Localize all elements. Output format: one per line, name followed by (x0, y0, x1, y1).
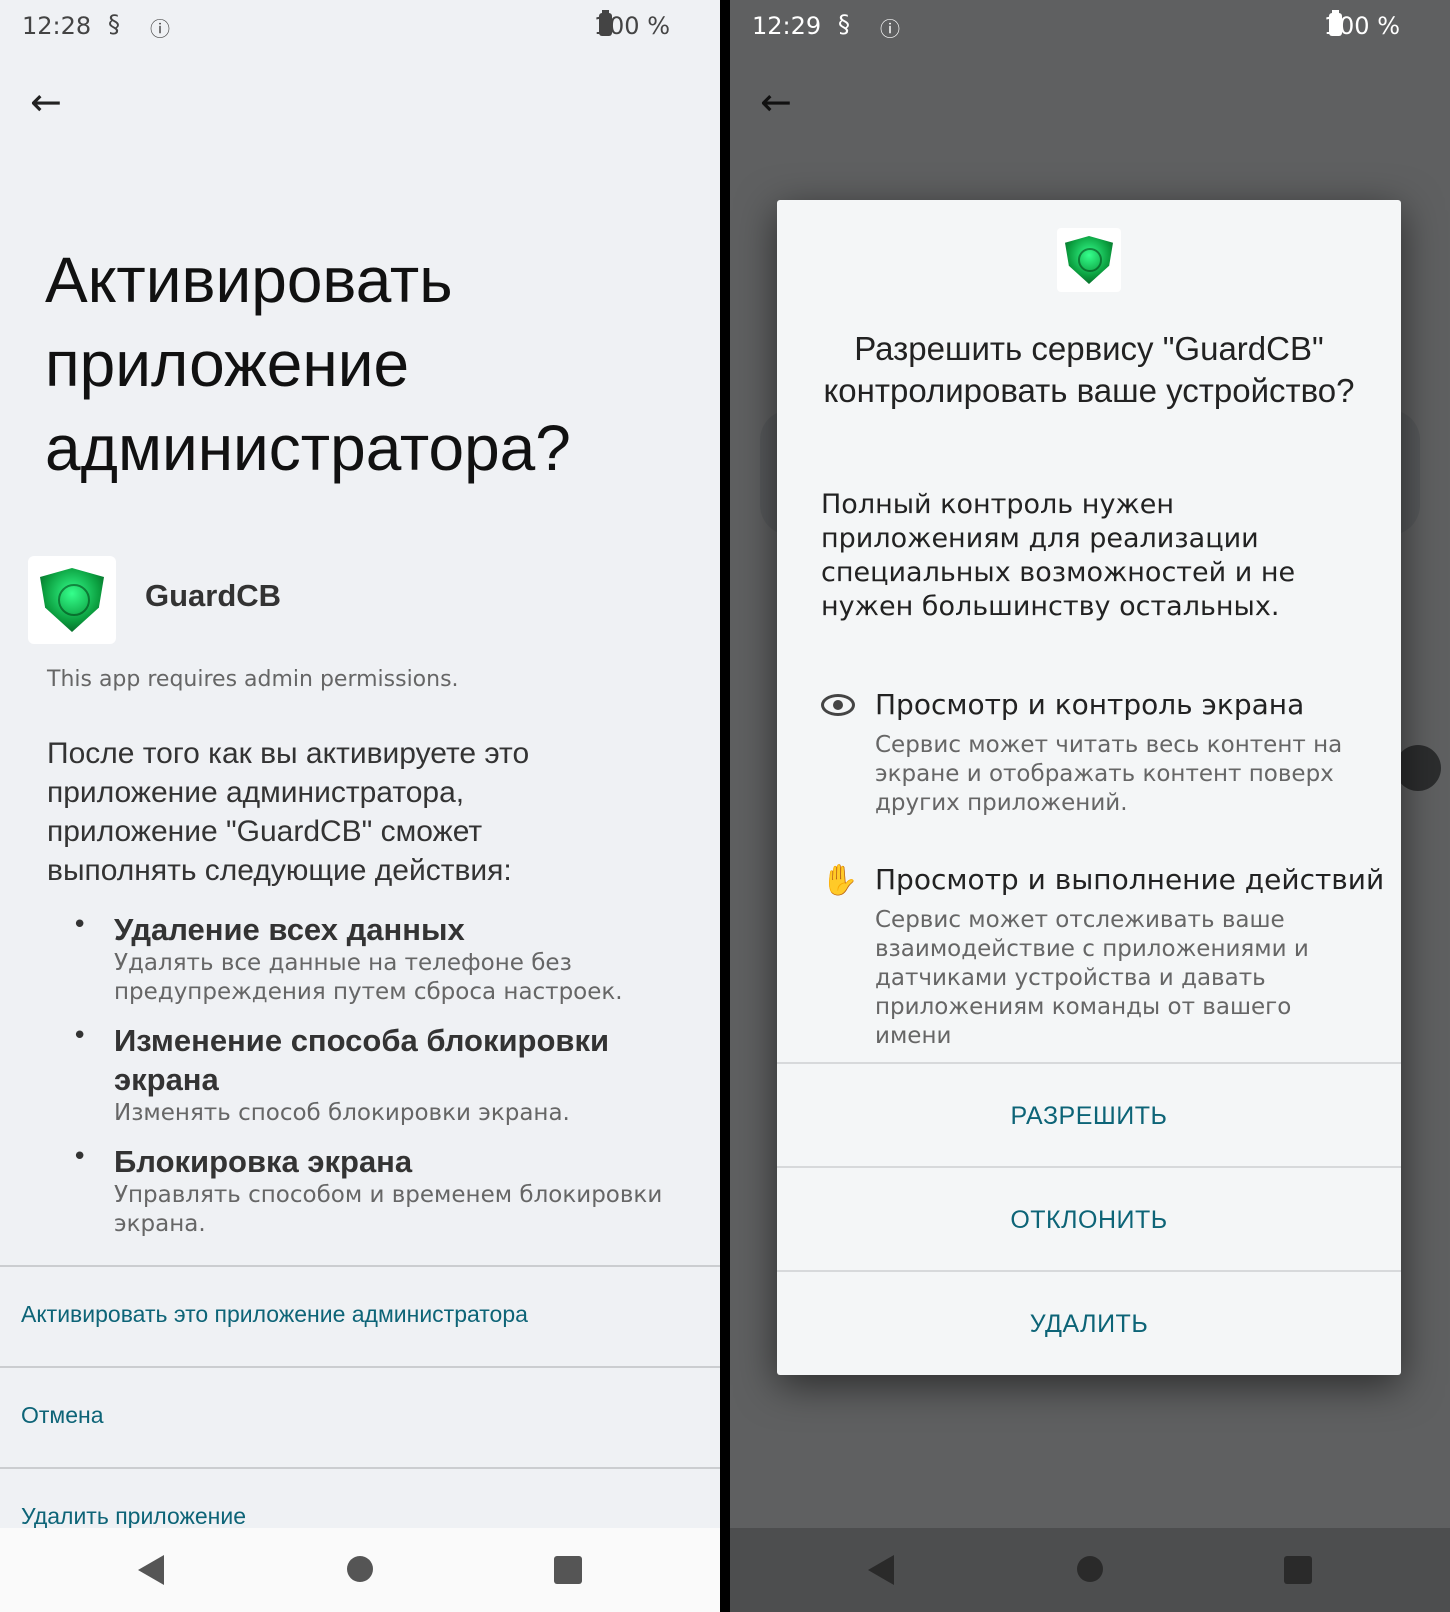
permission-dialog: Разрешить сервису "GuardCB" контролирова… (777, 200, 1401, 1375)
permission-title: Просмотр и контроль экрана (875, 688, 1305, 721)
requires-admin-text: This app requires admin permissions. (47, 667, 459, 692)
policy-desc: Удалять все данные на телефоне без преду… (114, 950, 623, 1005)
page-title: Активировать приложение администратора? (45, 244, 571, 484)
policy-title: Удаление всех данных (114, 912, 465, 947)
allow-button[interactable]: РАЗРЕШИТЬ (777, 1062, 1401, 1167)
permission-desc: Сервис может отслеживать ваше взаимодейс… (875, 907, 1309, 1049)
cancel-button[interactable]: Отмена (0, 1366, 720, 1467)
policy-title: Блокировка экрана (114, 1144, 413, 1179)
activate-admin-button[interactable]: Активировать это приложение администрато… (0, 1265, 720, 1366)
info-icon: ⓘ (150, 17, 170, 41)
status-bar: 12:28 § ⓘ 100 % (0, 0, 720, 52)
nav-home-icon[interactable] (347, 1556, 373, 1582)
battery-level: 100 % (1323, 12, 1400, 40)
policy-title: Изменение способа блокировки экрана (114, 1023, 610, 1097)
sync-icon: § (108, 10, 120, 38)
status-time: 12:28 (22, 12, 92, 40)
background-toggle (1395, 745, 1441, 791)
bullet-icon: • (72, 1142, 88, 1172)
policy-item: • Удаление всех данных Удалять все данны… (72, 910, 672, 1007)
status-time: 12:29 (752, 12, 822, 40)
app-name: GuardCB (145, 578, 282, 613)
dialog-body: Полный контроль нужен приложениям для ре… (821, 489, 1296, 622)
accessibility-permission-screen: 12:29 § ⓘ 100 % ← Разрешить сервису "Gua… (730, 0, 1450, 1612)
status-bar: 12:29 § ⓘ 100 % (730, 0, 1450, 52)
info-icon: ⓘ (880, 17, 900, 41)
sync-icon: § (838, 10, 850, 38)
app-icon (1057, 228, 1121, 292)
bullet-icon: • (72, 1021, 88, 1051)
app-icon (28, 556, 116, 644)
permission-desc: Сервис может читать весь контент на экра… (875, 732, 1343, 816)
permission-title: Просмотр и выполнение действий (875, 863, 1385, 896)
policy-item: • Блокировка экрана Управлять способом и… (72, 1142, 672, 1239)
admin-description: После того как вы активируете это прилож… (47, 737, 530, 887)
bullet-icon: • (72, 910, 88, 940)
policy-item: • Изменение способа блокировки экрана Из… (72, 1021, 672, 1128)
device-admin-screen: 12:28 § ⓘ 100 % ← Активировать приложени… (0, 0, 720, 1612)
back-arrow-icon[interactable]: ← (760, 82, 800, 122)
battery-level: 100 % (593, 12, 670, 40)
dialog-title: Разрешить сервису "GuardCB" контролирова… (823, 330, 1355, 409)
policy-list: • Удаление всех данных Удалять все данны… (72, 910, 672, 1253)
guard-shield-icon (40, 568, 104, 632)
deny-button[interactable]: ОТКЛОНИТЬ (777, 1166, 1401, 1271)
back-arrow-icon[interactable]: ← (30, 82, 70, 122)
action-list: Активировать это приложение администрато… (0, 1265, 720, 1568)
nav-bar (0, 1528, 720, 1612)
nav-bar (730, 1528, 1450, 1612)
policy-desc: Изменять способ блокировки экрана. (114, 1100, 570, 1126)
nav-back-icon[interactable] (138, 1555, 164, 1585)
nav-recents-icon[interactable] (554, 1556, 582, 1584)
nav-recents-icon[interactable] (1284, 1556, 1312, 1584)
policy-desc: Управлять способом и временем блокировки… (114, 1182, 663, 1237)
nav-home-icon[interactable] (1077, 1556, 1103, 1582)
hand-icon: ✋ (821, 863, 859, 898)
uninstall-button[interactable]: УДАЛИТЬ (777, 1270, 1401, 1375)
guard-shield-icon (1065, 236, 1113, 284)
nav-back-icon[interactable] (868, 1555, 894, 1585)
eye-icon (821, 688, 857, 724)
